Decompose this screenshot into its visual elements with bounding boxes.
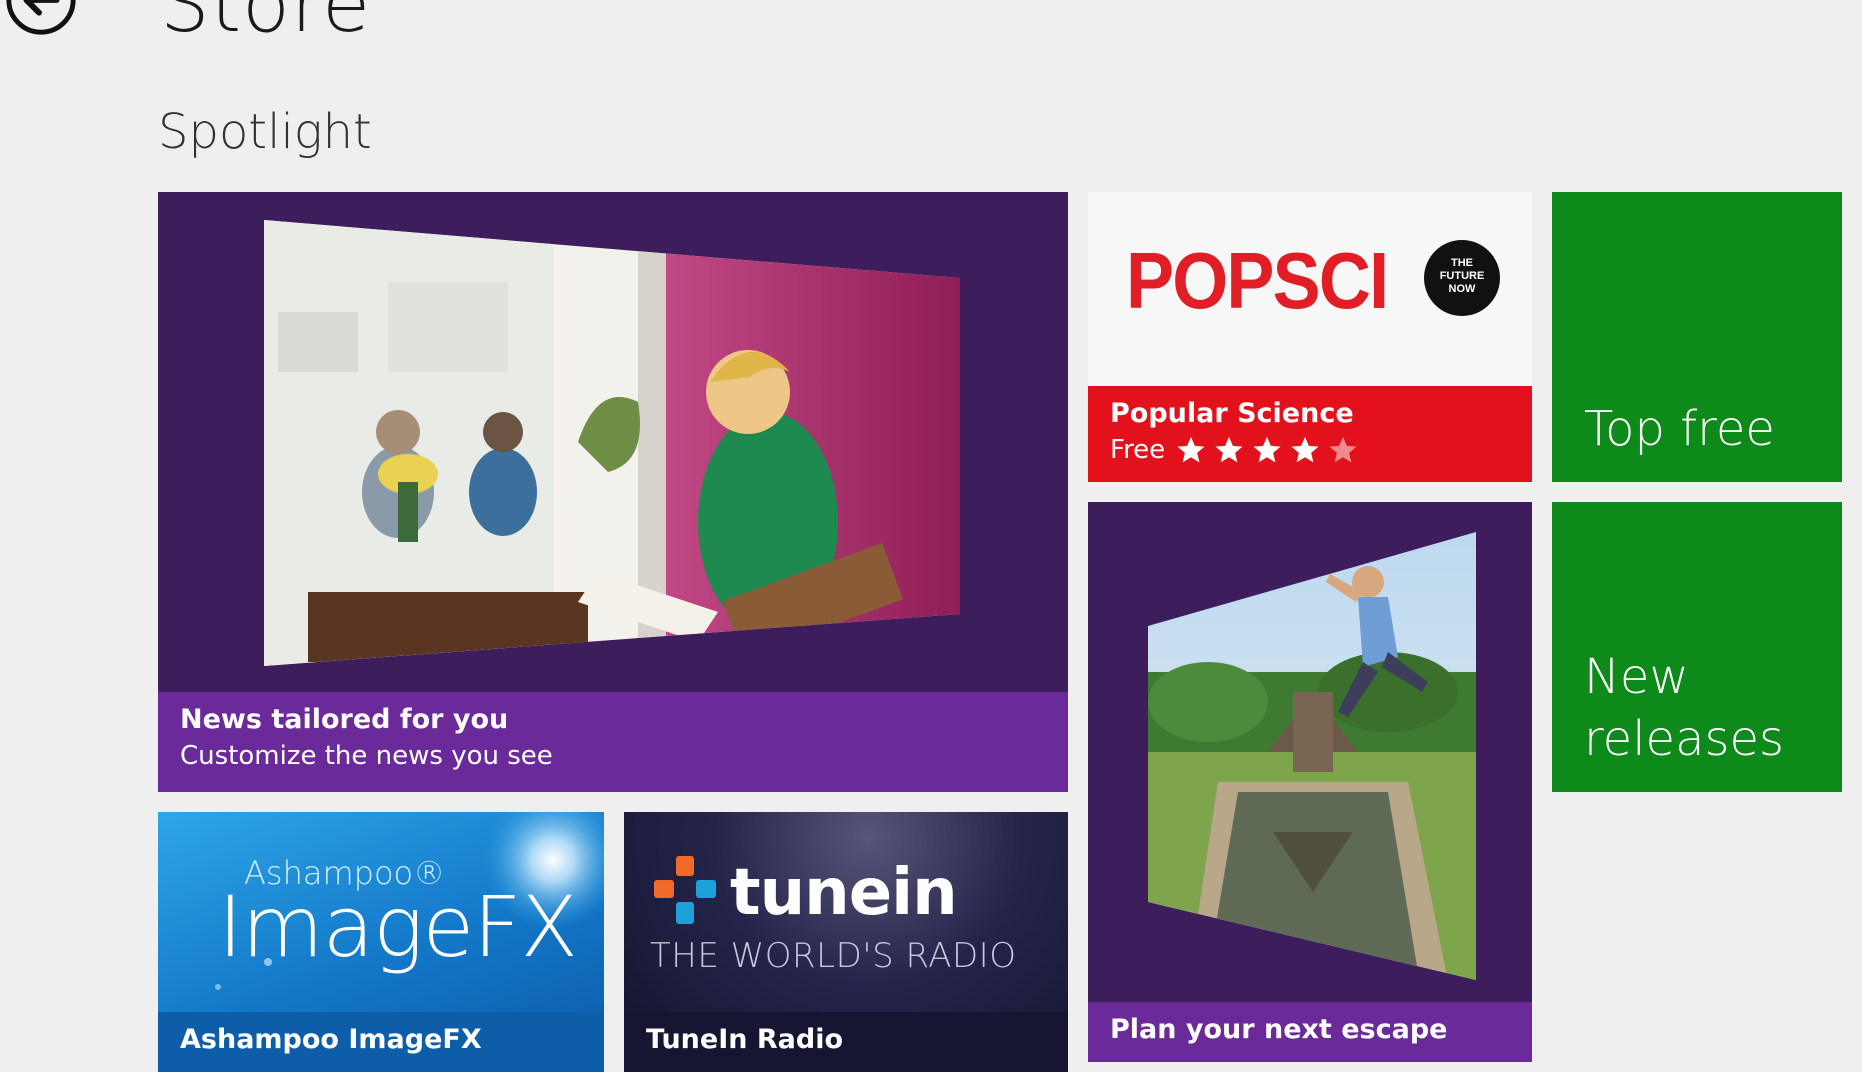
badge-line: THE <box>1451 257 1473 269</box>
popsci-badge: THE FUTURE NOW <box>1424 240 1500 316</box>
news-tile[interactable]: News tailored for you Customize the news… <box>158 192 1068 792</box>
page-title: Store <box>160 0 372 50</box>
popsci-tile-title: Popular Science <box>1110 398 1354 429</box>
star-filled-icon <box>1291 436 1319 463</box>
ashampoo-imagefx-tile[interactable]: Ashampoo® ImageFX Ashampoo ImageFX <box>158 812 604 1072</box>
popsci-tile-caption: Popular Science Free <box>1088 386 1532 482</box>
ashampoo-tile-caption: Ashampoo ImageFX <box>158 1012 604 1072</box>
tunein-plus-icon <box>654 856 716 924</box>
back-button[interactable] <box>2 0 80 35</box>
star-filled-icon <box>1253 436 1281 463</box>
tunein-radio-tile[interactable]: tunein THE WORLD'S RADIO TuneIn Radio <box>624 812 1068 1072</box>
new-releases-label: New releases <box>1584 646 1784 770</box>
tunein-tile-title: TuneIn Radio <box>646 1024 844 1055</box>
escape-tile-title: Plan your next escape <box>1110 1014 1448 1045</box>
star-rating <box>1175 435 1365 465</box>
badge-line: FUTURE <box>1439 270 1485 282</box>
news-hero-image <box>264 220 960 666</box>
tunein-tagline: THE WORLD'S RADIO <box>650 936 1017 976</box>
escape-tile[interactable]: Plan your next escape <box>1088 502 1532 1062</box>
top-free-label: Top free <box>1584 401 1775 457</box>
new-releases-tile[interactable]: New releases <box>1552 502 1842 792</box>
new-releases-label-line: New <box>1584 649 1689 705</box>
escape-hero-image <box>1148 532 1476 980</box>
back-arrow-icon <box>6 0 76 35</box>
price-label: Free <box>1110 435 1166 465</box>
popular-science-tile[interactable]: POPSCI THE FUTURE NOW Popular Science Fr… <box>1088 192 1532 482</box>
news-tile-caption: News tailored for you Customize the news… <box>158 692 1068 792</box>
escape-tile-caption: Plan your next escape <box>1088 1002 1532 1062</box>
star-filled-icon <box>1177 436 1205 463</box>
badge-line: NOW <box>1448 283 1476 295</box>
popsci-logo: POPSCI <box>1126 236 1389 325</box>
news-tile-subtitle: Customize the news you see <box>180 741 553 771</box>
star-empty-icon <box>1329 436 1357 463</box>
top-free-tile[interactable]: Top free <box>1552 192 1842 482</box>
news-tile-title: News tailored for you <box>180 704 509 735</box>
new-releases-label-line: releases <box>1584 711 1785 767</box>
tunein-logo: tunein <box>730 856 958 930</box>
tunein-tile-caption: TuneIn Radio <box>624 1012 1068 1072</box>
ashampoo-tile-title: Ashampoo ImageFX <box>180 1024 482 1055</box>
section-title: Spotlight <box>158 104 372 160</box>
imagefx-logo: ImageFX <box>218 878 578 976</box>
star-filled-icon <box>1215 436 1243 463</box>
